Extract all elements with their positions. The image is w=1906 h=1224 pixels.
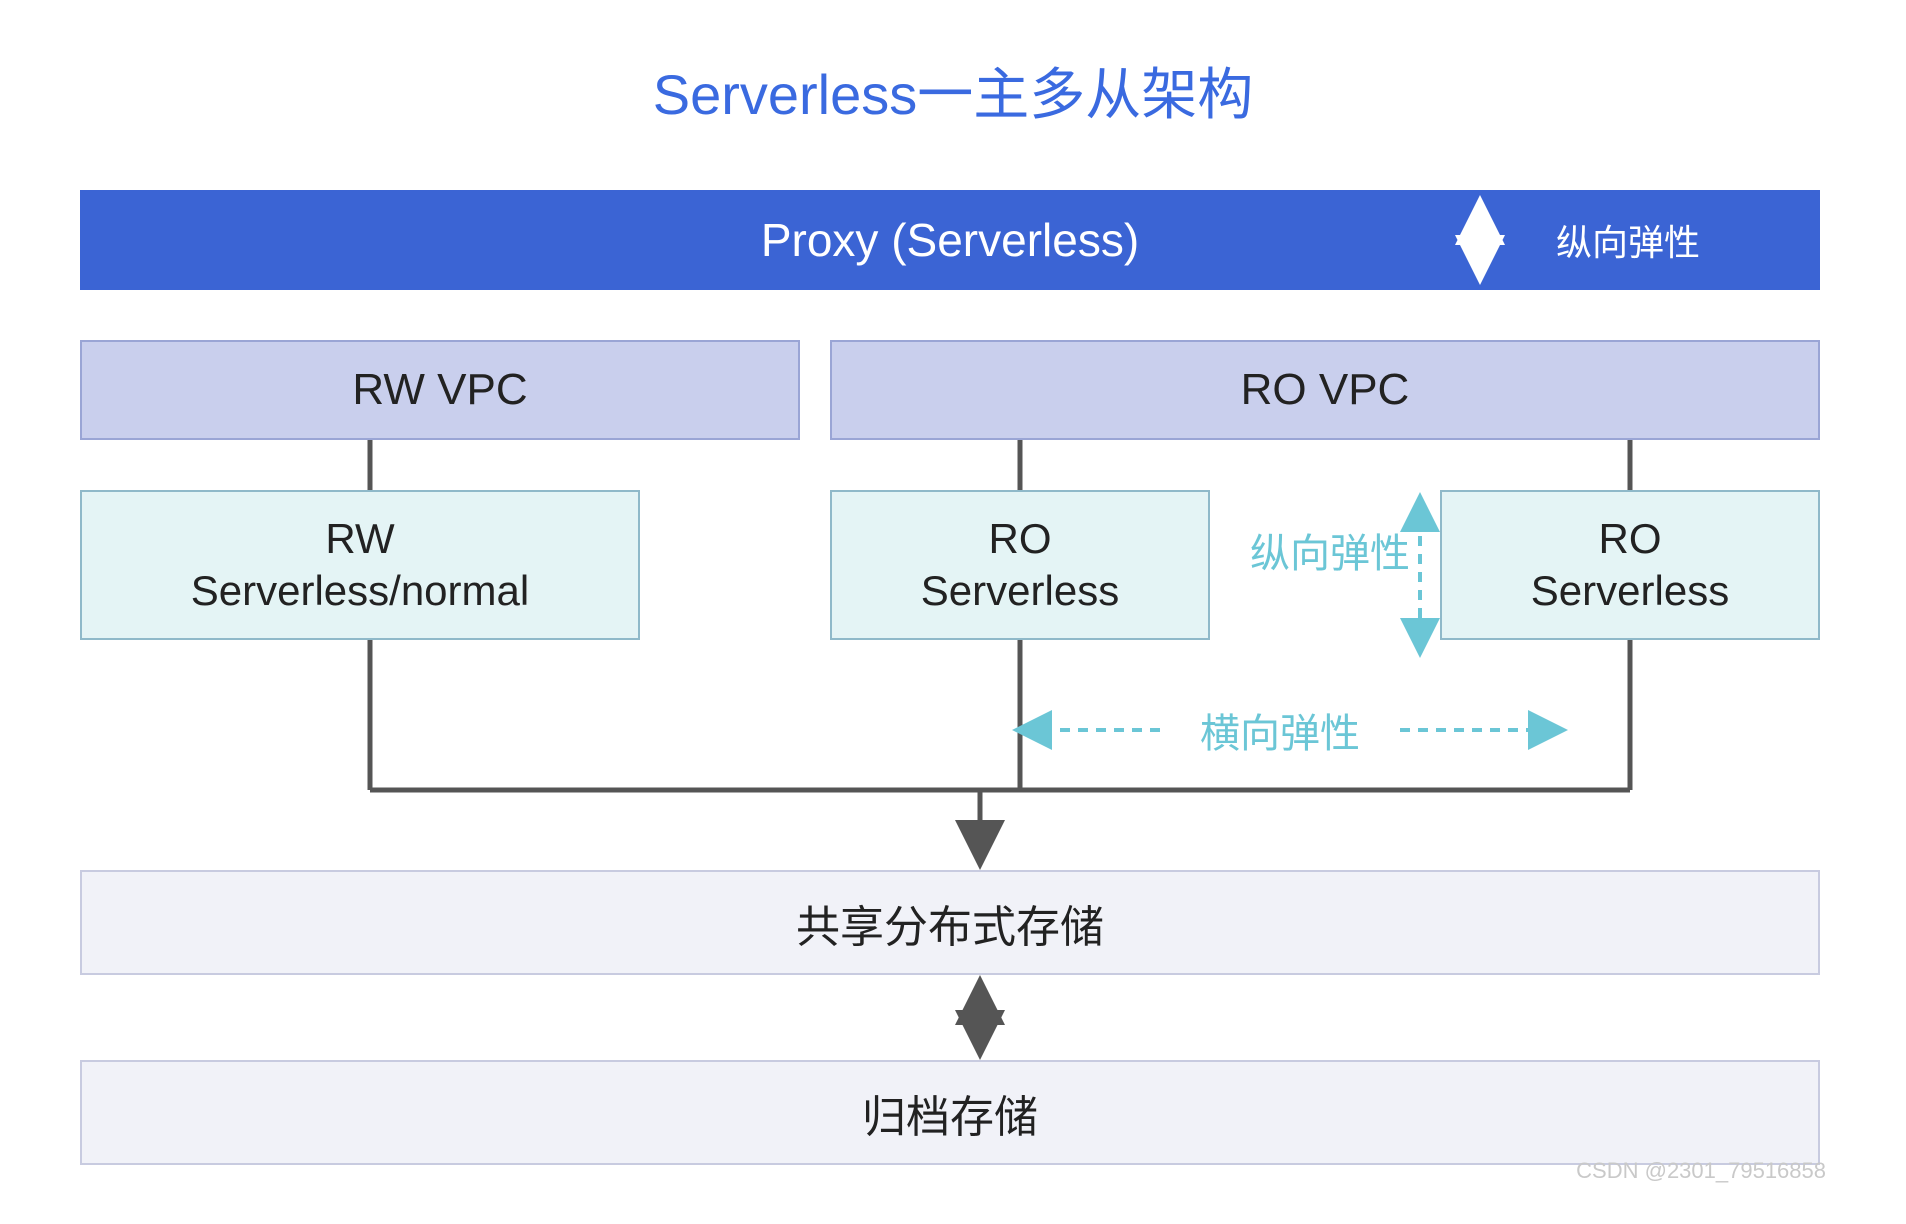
diagram-title: Serverless一主多从架构: [0, 50, 1906, 130]
rw-node-box: RW Serverless/normal: [80, 490, 640, 640]
horizontal-elastic-label: 横向弹性: [1180, 700, 1380, 760]
watermark: CSDN @2301_79516858: [1576, 1158, 1826, 1184]
ro-node-2-box: RO Serverless: [1440, 490, 1820, 640]
shared-storage-box: 共享分布式存储: [80, 870, 1820, 975]
ro-vpc-box: RO VPC: [830, 340, 1820, 440]
archive-storage-box: 归档存储: [80, 1060, 1820, 1165]
proxy-label: Proxy (Serverless): [761, 213, 1139, 267]
vertical-elastic-label: 纵向弹性: [1230, 520, 1430, 580]
proxy-elastic-label: 纵向弹性: [1520, 190, 1720, 290]
rw-vpc-box: RW VPC: [80, 340, 800, 440]
diagram-canvas: Serverless一主多从架构 Proxy (Serverless) 纵向弹性…: [0, 0, 1906, 1224]
ro-node-1-box: RO Serverless: [830, 490, 1210, 640]
